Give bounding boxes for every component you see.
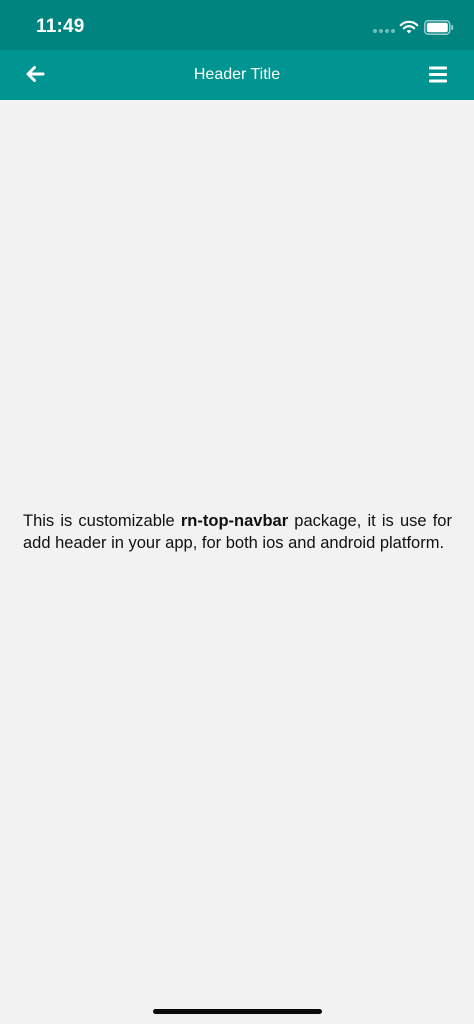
- back-button[interactable]: [20, 60, 52, 90]
- cellular-signal-icon: [373, 29, 395, 35]
- description-text: This is customizable rn-top-navbar packa…: [23, 510, 452, 554]
- battery-icon: [424, 20, 454, 35]
- menu-button[interactable]: [422, 62, 454, 88]
- home-indicator: [153, 1009, 322, 1014]
- description-text-start: This is customizable: [23, 512, 181, 530]
- header-title: Header Title: [193, 66, 281, 83]
- header-bar: Header Title: [0, 50, 474, 100]
- hamburger-menu-icon: [429, 66, 447, 83]
- package-name: rn-top-navbar: [180, 512, 289, 530]
- wifi-icon: [399, 20, 419, 34]
- status-time: 11:49: [36, 16, 85, 37]
- arrow-left-icon: [26, 66, 45, 82]
- status-bar: 11:49: [0, 0, 474, 50]
